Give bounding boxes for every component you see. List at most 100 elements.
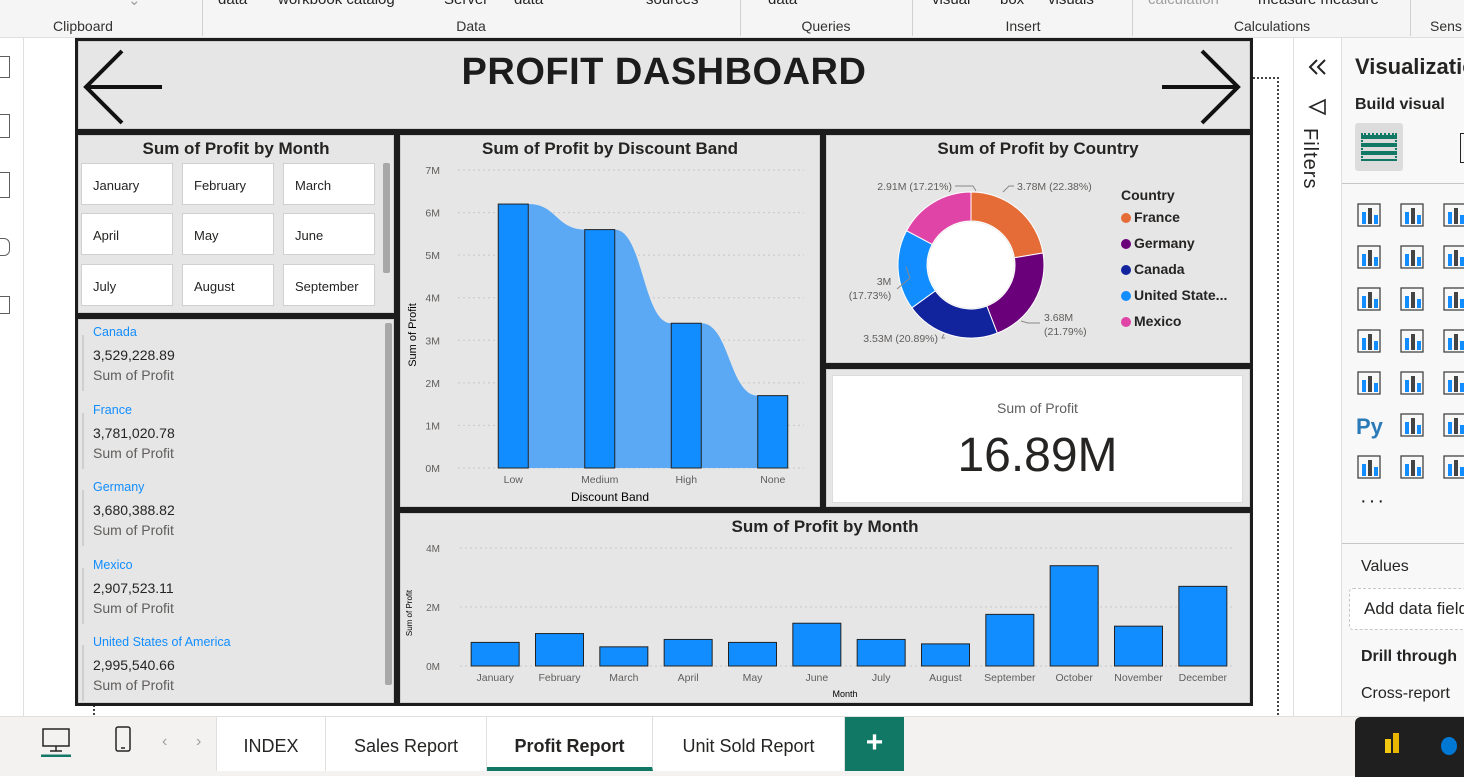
waterfall-icon[interactable] <box>1400 287 1424 311</box>
desktop-layout-icon[interactable] <box>40 727 72 757</box>
slicer-option-february[interactable]: February <box>182 163 274 205</box>
tab-scroll-right-icon[interactable]: › <box>196 733 201 751</box>
legend-item-germany[interactable]: Germany <box>1121 235 1227 261</box>
bar-march[interactable] <box>599 646 649 667</box>
kpi-icon[interactable] <box>1400 371 1424 395</box>
legend-label: France <box>1134 209 1180 225</box>
ribbon-cut-label[interactable]: data <box>768 0 797 8</box>
legend-item-canada[interactable]: Canada <box>1121 261 1227 287</box>
python-visual-icon-glyph: Py <box>1356 414 1384 439</box>
decomposition-tree-icon[interactable] <box>1400 413 1424 437</box>
line-column-icon[interactable] <box>1443 245 1464 269</box>
bar-chart-icon[interactable] <box>1443 203 1464 227</box>
bluetooth-icon[interactable] <box>1441 737 1457 755</box>
tab-scroll-left-icon[interactable]: ‹ <box>162 733 167 751</box>
ribbon-chart-icon[interactable] <box>1357 287 1381 311</box>
slicer-option-march[interactable]: March <box>283 163 375 205</box>
slicer-option-may[interactable]: May <box>182 213 274 255</box>
arrow-right-icon[interactable] <box>1158 45 1242 129</box>
slicer-option-august[interactable]: August <box>182 264 274 306</box>
power-automate-icon[interactable] <box>1443 455 1464 479</box>
bar-june[interactable] <box>792 622 842 667</box>
map-icon[interactable] <box>1400 329 1424 353</box>
slicer-option-june[interactable]: June <box>283 213 375 255</box>
paginated-report-icon[interactable] <box>1357 455 1381 479</box>
add-page-button[interactable]: + <box>845 717 904 771</box>
bar-november[interactable] <box>1114 625 1163 667</box>
card-icon[interactable] <box>1400 455 1424 479</box>
slicer-scrollbar[interactable] <box>383 163 390 273</box>
y-tick-label: 5M <box>425 250 440 262</box>
key-influencers-icon[interactable] <box>1443 413 1464 437</box>
page-tab-unit-sold-report[interactable]: Unit Sold Report <box>653 717 845 771</box>
card-row-accent <box>82 490 84 546</box>
country-legend: Country France Germany Canada United Sta… <box>1121 187 1227 339</box>
double-chevron-left-icon[interactable] <box>1308 58 1328 76</box>
matrix-icon[interactable] <box>1443 371 1464 395</box>
bar-december[interactable] <box>1178 585 1228 667</box>
ribbon-cut-label[interactable]: sources <box>646 0 699 8</box>
bar-july[interactable] <box>856 638 906 667</box>
y-tick-label: 3M <box>425 335 440 347</box>
filters-pane: Filters <box>1293 38 1341 716</box>
ribbon-cut-label[interactable]: workbook catalog <box>278 0 395 8</box>
report-view-icon[interactable] <box>0 56 10 78</box>
line-chart-icon[interactable] <box>1357 245 1381 269</box>
legend-item-mexico[interactable]: Mexico <box>1121 313 1227 339</box>
more-visuals-icon[interactable]: ··· <box>1360 490 1386 513</box>
bar-september[interactable] <box>985 613 1035 667</box>
bar-august[interactable] <box>921 643 970 667</box>
python-visual-icon[interactable]: Py <box>1356 414 1384 439</box>
legend-item-france[interactable]: France <box>1121 209 1227 235</box>
page-tab-index[interactable]: INDEX <box>216 717 326 771</box>
bar-may[interactable] <box>728 641 777 667</box>
card-scrollbar[interactable] <box>385 323 392 685</box>
bar-february[interactable] <box>535 633 584 667</box>
ribbon-cut-label[interactable]: calculation <box>1148 0 1219 8</box>
slicer-option-january[interactable]: January <box>81 163 173 205</box>
donut-label-usa: 3M <box>877 276 892 288</box>
monthly-profit-chart: Sum of Profit by Month 0M 2M 4M January Feb… <box>397 510 1253 706</box>
card-row-label: Sum of Profit <box>93 367 174 383</box>
funnel-icon[interactable] <box>1443 287 1464 311</box>
bar-october[interactable] <box>1049 565 1099 667</box>
clustered-column-icon[interactable] <box>1400 203 1424 227</box>
bar-none[interactable] <box>757 395 789 469</box>
slicer-option-april[interactable]: April <box>81 213 173 255</box>
tmdl-view-icon[interactable] <box>0 296 10 314</box>
build-visual-tab[interactable] <box>1355 123 1403 171</box>
legend-item-usa[interactable]: United State... <box>1121 287 1227 313</box>
model-view-icon[interactable] <box>0 172 10 198</box>
power-bi-icon[interactable] <box>1385 739 1391 753</box>
slicer-option-september[interactable]: September <box>283 264 375 306</box>
bar-april[interactable] <box>663 638 713 667</box>
bar-medium[interactable] <box>584 229 616 469</box>
table-view-icon[interactable] <box>0 114 10 138</box>
table-icon[interactable] <box>1357 371 1381 395</box>
ribbon-cut-label[interactable]: visuals <box>1048 0 1094 8</box>
ribbon-cut-label[interactable]: data <box>218 0 247 8</box>
add-data-fields-well[interactable]: Add data fields here <box>1349 588 1464 630</box>
treemap-icon[interactable] <box>1357 329 1381 353</box>
ribbon-cut-label[interactable]: measure measure <box>1258 0 1379 8</box>
bar-high[interactable] <box>670 322 702 469</box>
ribbon-cut-label[interactable]: visual <box>932 0 970 8</box>
filled-map-icon[interactable] <box>1443 329 1464 353</box>
format-visual-tab[interactable] <box>1460 133 1464 163</box>
filters-label[interactable]: Filters <box>1298 128 1321 189</box>
mobile-layout-icon[interactable] <box>113 725 133 755</box>
card-row-category: Mexico <box>93 558 133 572</box>
stacked-bar-icon[interactable] <box>1357 203 1381 227</box>
page-tab-sales-report[interactable]: Sales Report <box>326 717 487 771</box>
page-tab-profit-report[interactable]: Profit Report <box>487 717 653 771</box>
dax-query-view-icon[interactable] <box>0 238 10 256</box>
kpi-value: 16.89M <box>957 429 1118 482</box>
ribbon-cut-label[interactable]: box <box>1000 0 1024 8</box>
area-chart-icon[interactable] <box>1400 245 1424 269</box>
ribbon-cut-label[interactable]: Server <box>444 0 488 8</box>
arrow-left-icon[interactable] <box>82 45 166 129</box>
slicer-option-july[interactable]: July <box>81 264 173 306</box>
bar-january[interactable] <box>470 641 520 667</box>
ribbon-cut-label[interactable]: data <box>514 0 543 8</box>
bar-low[interactable] <box>497 203 529 469</box>
